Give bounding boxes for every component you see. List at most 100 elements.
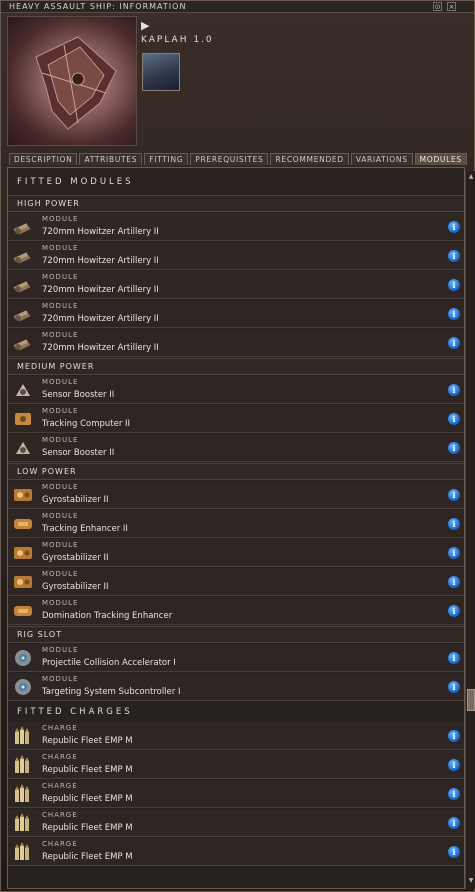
artillery-icon <box>12 275 34 295</box>
info-icon[interactable]: i <box>448 788 460 800</box>
info-icon[interactable]: i <box>448 846 460 858</box>
ammo-icon <box>12 726 34 746</box>
list-item[interactable]: MODULE 720mm Howitzer Artillery II i <box>8 213 464 241</box>
list-item[interactable]: MODULE 720mm Howitzer Artillery II i <box>8 300 464 328</box>
info-icon[interactable]: i <box>448 576 460 588</box>
info-icon[interactable]: i <box>448 759 460 771</box>
item-name: 720mm Howitzer Artillery II <box>42 285 159 295</box>
pilot-portrait[interactable] <box>142 53 180 91</box>
item-kind: MODULE <box>42 599 79 607</box>
slot-group-header[interactable]: MEDIUM POWER <box>8 358 464 375</box>
list-item[interactable]: MODULE 720mm Howitzer Artillery II i <box>8 271 464 299</box>
scroll-thumb[interactable] <box>467 689 475 711</box>
item-name: Republic Fleet EMP M <box>42 765 133 775</box>
item-kind: MODULE <box>42 483 79 491</box>
ammo-icon <box>12 755 34 775</box>
info-icon[interactable]: i <box>448 547 460 559</box>
tab-modules[interactable]: MODULES <box>414 153 467 165</box>
tab-fitting[interactable]: FITTING <box>144 153 189 165</box>
info-icon[interactable]: i <box>448 817 460 829</box>
ship-info-window: HEAVY ASSAULT SHIP: INFORMATION ⊙ × ▶ KA… <box>0 0 475 892</box>
title-bar[interactable]: HEAVY ASSAULT SHIP: INFORMATION ⊙ × <box>1 1 474 13</box>
list-item[interactable]: MODULE 720mm Howitzer Artillery II i <box>8 242 464 270</box>
list-item[interactable]: MODULE Gyrostabilizer II i <box>8 539 464 567</box>
tracking-computer-icon <box>12 409 34 429</box>
item-name: Republic Fleet EMP M <box>42 852 133 862</box>
list-item[interactable]: MODULE Tracking Enhancer II i <box>8 510 464 538</box>
item-kind: MODULE <box>42 541 79 549</box>
list-item[interactable]: MODULE Sensor Booster II i <box>8 376 464 404</box>
info-icon[interactable]: i <box>448 652 460 664</box>
tracking-enhancer-icon <box>12 601 34 621</box>
close-button[interactable]: × <box>447 2 456 11</box>
sensor-booster-icon <box>12 438 34 458</box>
minimize-button[interactable]: ⊙ <box>433 2 442 11</box>
list-item[interactable]: CHARGE Republic Fleet EMP M i <box>8 809 464 837</box>
info-icon[interactable]: i <box>448 221 460 233</box>
slot-group-header[interactable]: HIGH POWER <box>8 195 464 212</box>
info-icon[interactable]: i <box>448 308 460 320</box>
ammo-icon <box>12 842 34 862</box>
list-item[interactable]: MODULE Projectile Collision Accelerator I… <box>8 644 464 672</box>
item-kind: MODULE <box>42 378 79 386</box>
fitted-modules-title: FITTED MODULES <box>17 177 134 187</box>
item-name: Targeting System Subcontroller I <box>42 687 181 697</box>
item-name: Republic Fleet EMP M <box>42 794 133 804</box>
item-kind: MODULE <box>42 244 79 252</box>
item-name: Tracking Enhancer II <box>42 524 128 534</box>
item-kind: CHARGE <box>42 840 78 848</box>
slot-group-header[interactable]: LOW POWER <box>8 463 464 480</box>
list-item[interactable]: CHARGE Republic Fleet EMP M i <box>8 751 464 779</box>
info-icon[interactable]: i <box>448 489 460 501</box>
tab-recommended[interactable]: RECOMMENDED <box>270 153 349 165</box>
list-item[interactable]: CHARGE Republic Fleet EMP M i <box>8 780 464 808</box>
rig-icon <box>12 648 34 668</box>
tab-bar: DESCRIPTION ATTRIBUTES FITTING PREREQUISITE… <box>9 153 469 166</box>
item-name: 720mm Howitzer Artillery II <box>42 256 159 266</box>
tracking-enhancer-icon <box>12 514 34 534</box>
item-kind: MODULE <box>42 302 79 310</box>
list-item[interactable]: CHARGE Republic Fleet EMP M i <box>8 838 464 866</box>
info-icon[interactable]: i <box>448 518 460 530</box>
info-icon[interactable]: i <box>448 605 460 617</box>
scroll-down-icon[interactable]: ▼ <box>467 877 475 885</box>
list-item[interactable]: MODULE Domination Tracking Enhancer i <box>8 597 464 625</box>
ammo-icon <box>12 813 34 833</box>
list-item[interactable]: MODULE Gyrostabilizer II i <box>8 568 464 596</box>
item-name: Domination Tracking Enhancer <box>42 611 173 621</box>
ammo-icon <box>12 784 34 804</box>
info-icon[interactable]: i <box>448 681 460 693</box>
play-icon[interactable]: ▶ <box>141 19 149 32</box>
slot-group-header[interactable]: RIG SLOT <box>8 626 464 643</box>
tab-description[interactable]: DESCRIPTION <box>9 153 78 165</box>
info-icon[interactable]: i <box>448 250 460 262</box>
slot-group-label: LOW POWER <box>17 467 77 476</box>
info-icon[interactable]: i <box>448 279 460 291</box>
list-item[interactable]: MODULE Gyrostabilizer II i <box>8 481 464 509</box>
tab-attributes[interactable]: ATTRIBUTES <box>79 153 143 165</box>
item-kind: MODULE <box>42 215 79 223</box>
artillery-icon <box>12 217 34 237</box>
list-item[interactable]: MODULE 720mm Howitzer Artillery II i <box>8 329 464 357</box>
scrollbar[interactable]: ▲ ▼ <box>465 171 475 889</box>
item-kind: CHARGE <box>42 782 78 790</box>
artillery-icon <box>12 304 34 324</box>
list-item[interactable]: CHARGE Republic Fleet EMP M i <box>8 722 464 750</box>
item-name: 720mm Howitzer Artillery II <box>42 227 159 237</box>
info-icon[interactable]: i <box>448 730 460 742</box>
tab-variations[interactable]: VARIATIONS <box>350 153 413 165</box>
item-kind: CHARGE <box>42 724 78 732</box>
list-item[interactable]: MODULE Targeting System Subcontroller I i <box>8 673 464 701</box>
item-name: Republic Fleet EMP M <box>42 736 133 746</box>
info-icon[interactable]: i <box>448 337 460 349</box>
item-kind: MODULE <box>42 675 79 683</box>
item-name: 720mm Howitzer Artillery II <box>42 314 159 324</box>
info-icon[interactable]: i <box>448 413 460 425</box>
tab-prerequisites[interactable]: PREREQUISITES <box>190 153 269 165</box>
info-icon[interactable]: i <box>448 442 460 454</box>
info-icon[interactable]: i <box>448 384 460 396</box>
item-kind: MODULE <box>42 273 79 281</box>
list-item[interactable]: MODULE Sensor Booster II i <box>8 434 464 462</box>
list-item[interactable]: MODULE Tracking Computer II i <box>8 405 464 433</box>
scroll-up-icon[interactable]: ▲ <box>467 173 475 181</box>
